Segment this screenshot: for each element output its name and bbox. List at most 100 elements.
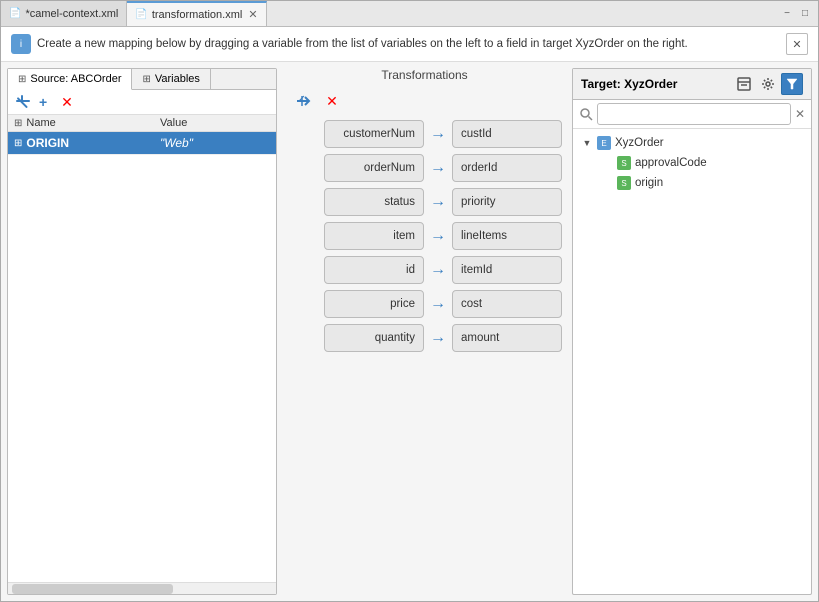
filter-button[interactable] bbox=[781, 73, 803, 95]
mapping-row-quantity: quantity → amount bbox=[287, 324, 562, 352]
mapping-arrow-5: → bbox=[430, 295, 446, 313]
tree-label-origin: origin bbox=[635, 177, 663, 189]
mapping-arrow-0: → bbox=[430, 125, 446, 143]
main-content: ⊞ Source: ABCOrder ⊞ Variables bbox=[1, 62, 818, 601]
source-tab-label: Source: ABCOrder bbox=[30, 73, 121, 85]
variable-name: ORIGIN bbox=[26, 136, 160, 150]
mapping-target-orderid[interactable]: orderId bbox=[452, 154, 562, 182]
mapping-row-customernumcustid: customerNum → custId bbox=[287, 120, 562, 148]
right-panel-title: Target: XyzOrder bbox=[581, 77, 729, 91]
mapping-arrow-1: → bbox=[430, 159, 446, 177]
right-panel: Target: XyzOrder bbox=[572, 68, 812, 595]
scrollbar-thumb[interactable] bbox=[12, 584, 173, 594]
variables-toolbar: + ✕ bbox=[8, 90, 276, 115]
search-input[interactable] bbox=[597, 103, 791, 125]
tree-icon-approvalcode: S bbox=[617, 156, 631, 170]
variable-value: "Web" bbox=[160, 136, 270, 150]
tree-children: S approvalCode S origin bbox=[573, 153, 811, 193]
variables-table: ⊞ Name Value ⊞ ORIGIN "Web" bbox=[8, 115, 276, 582]
tab-camel-context[interactable]: 📄 *camel-context.xml bbox=[1, 1, 127, 26]
mapping-arrow-6: → bbox=[430, 329, 446, 347]
col-value-label: Value bbox=[160, 117, 270, 129]
variables-tab-icon: ⊞ bbox=[142, 74, 150, 85]
right-panel-header: Target: XyzOrder bbox=[573, 69, 811, 100]
mapping-source-ordernum[interactable]: orderNum bbox=[324, 154, 424, 182]
transformations-title: Transformations bbox=[381, 68, 467, 82]
delete-mapping-button[interactable]: ✕ bbox=[321, 90, 343, 112]
horizontal-scrollbar[interactable] bbox=[8, 582, 276, 594]
window-controls: − □ bbox=[774, 1, 818, 26]
mapping-target-priority[interactable]: priority bbox=[452, 188, 562, 216]
mapping-arrow-4: → bbox=[430, 261, 446, 279]
mapping-source-id[interactable]: id bbox=[324, 256, 424, 284]
xml-icon2: 📄 bbox=[135, 9, 147, 20]
mapping-source-price[interactable]: price bbox=[324, 290, 424, 318]
delete-variable-button[interactable]: ✕ bbox=[58, 93, 76, 111]
add-variable-icon[interactable] bbox=[14, 93, 32, 111]
tree-expand-xyzorder[interactable]: ▼ bbox=[581, 137, 593, 149]
maximize-button[interactable]: □ bbox=[798, 7, 812, 21]
tree-icon-origin: S bbox=[617, 176, 631, 190]
add-mapping-button[interactable] bbox=[293, 90, 315, 112]
left-panel: ⊞ Source: ABCOrder ⊞ Variables bbox=[7, 68, 277, 595]
add-variable-button[interactable]: + bbox=[36, 93, 54, 111]
info-text: Create a new mapping below by dragging a… bbox=[37, 38, 688, 50]
transformations-toolbar: ✕ bbox=[283, 90, 343, 112]
tree-expand-origin bbox=[601, 177, 613, 189]
variable-icon: ⊞ bbox=[14, 138, 22, 149]
tree-item-origin[interactable]: S origin bbox=[593, 173, 811, 193]
mapping-source-item[interactable]: item bbox=[324, 222, 424, 250]
mapping-target-cost[interactable]: cost bbox=[452, 290, 562, 318]
mapping-source-customernum[interactable]: customerNum bbox=[324, 120, 424, 148]
title-bar: 📄 *camel-context.xml 📄 transformation.xm… bbox=[1, 1, 818, 27]
variables-tab-label: Variables bbox=[155, 73, 200, 85]
mapping-row-id: id → itemId bbox=[287, 256, 562, 284]
tab-camel-context-label: *camel-context.xml bbox=[25, 8, 118, 20]
tree-item-xyzorder[interactable]: ▼ E XyzOrder bbox=[573, 133, 811, 153]
mapping-row-price: price → cost bbox=[287, 290, 562, 318]
middle-panel: Transformations ✕ customerNum → bbox=[283, 68, 566, 595]
info-close-button[interactable]: ✕ bbox=[786, 33, 808, 55]
tab-close-button[interactable]: ✕ bbox=[248, 8, 257, 21]
search-clear-button[interactable]: ✕ bbox=[795, 107, 805, 121]
mapping-row-status: status → priority bbox=[287, 188, 562, 216]
mapping-arrow-2: → bbox=[430, 193, 446, 211]
svg-text:+: + bbox=[39, 94, 47, 110]
mapping-source-quantity[interactable]: quantity bbox=[324, 324, 424, 352]
xml-icon: 📄 bbox=[9, 8, 21, 19]
tree-label-approvalcode: approvalCode bbox=[635, 157, 707, 169]
search-box: ✕ bbox=[573, 100, 811, 129]
tree-expand-approvalcode bbox=[601, 157, 613, 169]
title-spacer bbox=[267, 1, 774, 26]
mapping-source-status[interactable]: status bbox=[324, 188, 424, 216]
mapping-arrow-3: → bbox=[430, 227, 446, 245]
collapse-all-button[interactable] bbox=[733, 73, 755, 95]
tree-item-approvalcode[interactable]: S approvalCode bbox=[593, 153, 811, 173]
tab-variables[interactable]: ⊞ Variables bbox=[132, 69, 210, 89]
mapping-row-ordernum: orderNum → orderId bbox=[287, 154, 562, 182]
right-panel-toolbar bbox=[733, 73, 803, 95]
mapping-target-amount[interactable]: amount bbox=[452, 324, 562, 352]
tree-root-label: XyzOrder bbox=[615, 137, 664, 149]
panel-tabs: ⊞ Source: ABCOrder ⊞ Variables bbox=[8, 69, 276, 90]
tree-icon-xyzorder: E bbox=[597, 136, 611, 150]
transformations-list: customerNum → custId orderNum → orderId … bbox=[283, 120, 566, 352]
variable-row-origin[interactable]: ⊞ ORIGIN "Web" bbox=[8, 132, 276, 155]
info-icon: i bbox=[11, 34, 31, 54]
mapping-target-lineitems[interactable]: lineItems bbox=[452, 222, 562, 250]
tab-transformation[interactable]: 📄 transformation.xml ✕ bbox=[127, 1, 266, 26]
search-icon bbox=[579, 107, 593, 121]
tab-transformation-label: transformation.xml bbox=[152, 9, 242, 21]
info-bar: i Create a new mapping below by dragging… bbox=[1, 27, 818, 62]
mapping-row-item: item → lineItems bbox=[287, 222, 562, 250]
minimize-button[interactable]: − bbox=[780, 7, 794, 21]
main-window: 📄 *camel-context.xml 📄 transformation.xm… bbox=[0, 0, 819, 602]
var-table-header: ⊞ Name Value bbox=[8, 115, 276, 132]
mapping-target-itemid[interactable]: itemId bbox=[452, 256, 562, 284]
col-name-label: Name bbox=[26, 117, 55, 129]
settings-button[interactable] bbox=[757, 73, 779, 95]
tab-source-abcorder[interactable]: ⊞ Source: ABCOrder bbox=[8, 69, 132, 90]
var-name-header: ⊞ Name bbox=[14, 117, 160, 129]
source-tab-icon: ⊞ bbox=[18, 74, 26, 85]
mapping-target-custid[interactable]: custId bbox=[452, 120, 562, 148]
